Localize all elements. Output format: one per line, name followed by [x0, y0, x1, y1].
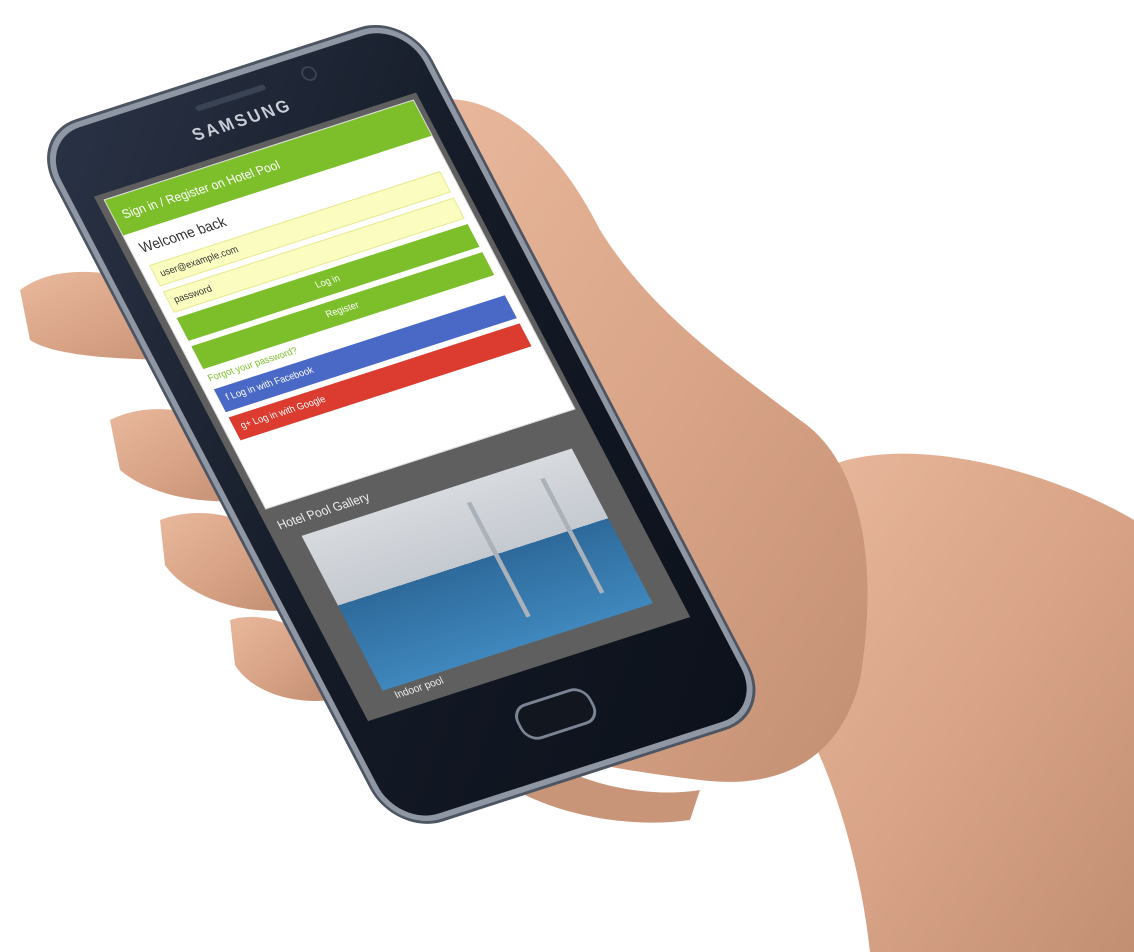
pool-ladder	[466, 477, 605, 618]
